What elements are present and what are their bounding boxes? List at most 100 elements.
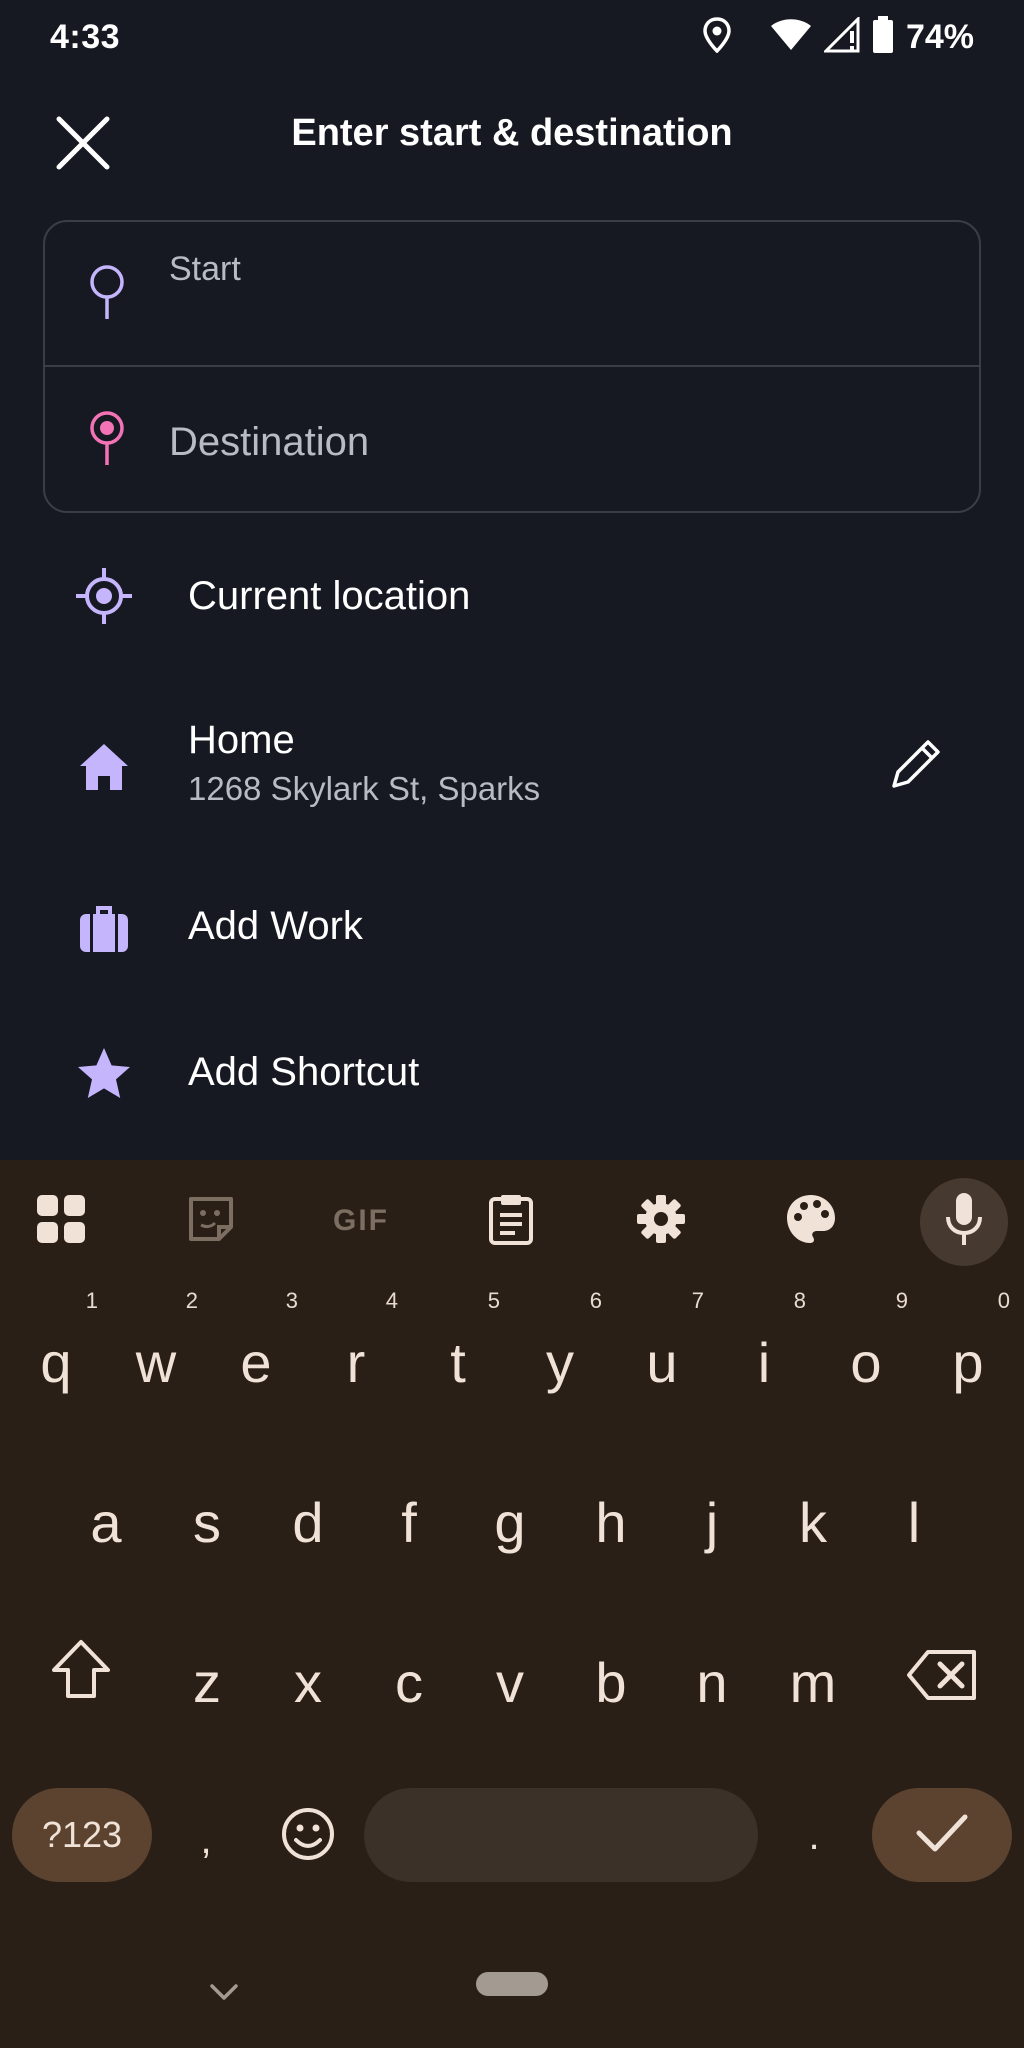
- mic-button[interactable]: [929, 1186, 999, 1256]
- key-m[interactable]: m: [763, 1600, 863, 1750]
- key-o[interactable]: o9: [816, 1280, 916, 1430]
- key-h[interactable]: h: [561, 1440, 661, 1590]
- list-item-add-work[interactable]: Add Work: [0, 870, 1024, 988]
- backspace-icon: [906, 1648, 978, 1715]
- key-label: ,: [200, 1818, 212, 1862]
- key-v[interactable]: v: [460, 1600, 560, 1750]
- hide-keyboard-button[interactable]: [206, 1980, 250, 2008]
- app-bar: Enter start & destination: [0, 90, 1024, 182]
- key-label: i: [757, 1331, 771, 1394]
- key-label: r: [346, 1331, 366, 1394]
- key-label: b: [595, 1651, 627, 1714]
- key-label: e: [240, 1331, 272, 1394]
- key-hint: 5: [487, 1288, 500, 1313]
- clipboard-button[interactable]: [476, 1186, 546, 1256]
- backspace-key[interactable]: [884, 1600, 994, 1750]
- edit-home-button[interactable]: [886, 734, 954, 802]
- key-hint: 3: [285, 1288, 298, 1313]
- key-j[interactable]: j: [662, 1440, 762, 1590]
- list-item-label: Current location: [188, 574, 471, 618]
- page-title: Enter start & destination: [291, 112, 733, 154]
- theme-button[interactable]: [776, 1186, 846, 1256]
- list-item-label: Home: [188, 718, 295, 762]
- destination-pin-icon: [85, 408, 129, 468]
- key-hint: 2: [185, 1288, 198, 1313]
- home-gesture-handle[interactable]: [476, 1972, 548, 1996]
- key-label: y: [546, 1331, 574, 1394]
- key-n[interactable]: n: [662, 1600, 762, 1750]
- key-g[interactable]: g: [460, 1440, 560, 1590]
- list-item-label: Add Shortcut: [188, 1050, 420, 1094]
- key-label: c: [395, 1651, 423, 1714]
- start-pin-icon: [85, 262, 129, 322]
- key-hint: 0: [997, 1288, 1010, 1313]
- key-label: o: [850, 1331, 882, 1394]
- list-item-home[interactable]: Home 1268 Skylark St, Sparks: [0, 700, 1024, 830]
- status-icons: 74%: [702, 14, 974, 59]
- mic-icon: [942, 1191, 986, 1252]
- start-field[interactable]: Start: [45, 222, 979, 367]
- start-input[interactable]: [169, 294, 929, 344]
- key-y[interactable]: y6: [510, 1280, 610, 1430]
- key-hint: 4: [385, 1288, 398, 1313]
- enter-key[interactable]: [872, 1788, 1012, 1882]
- symbols-key[interactable]: ?123: [12, 1788, 152, 1882]
- settings-icon: [635, 1193, 687, 1250]
- key-label: s: [193, 1491, 221, 1554]
- key-r[interactable]: r4: [306, 1280, 406, 1430]
- battery-icon: [872, 15, 894, 59]
- key-z[interactable]: z: [157, 1600, 257, 1750]
- key-i[interactable]: i8: [714, 1280, 814, 1430]
- emoji-key[interactable]: [258, 1760, 358, 1910]
- home-address: 1268 Skylark St, Sparks: [188, 770, 541, 807]
- key-e[interactable]: e3: [206, 1280, 306, 1430]
- destination-placeholder: Destination: [169, 420, 370, 464]
- settings-button[interactable]: [626, 1186, 696, 1256]
- destination-field[interactable]: Destination: [45, 368, 979, 511]
- key-label: .: [808, 1814, 820, 1858]
- status-time: 4:33: [50, 17, 121, 56]
- gif-button[interactable]: GIF: [326, 1186, 396, 1256]
- comma-key[interactable]: ,: [158, 1760, 254, 1910]
- key-label: t: [450, 1331, 466, 1394]
- key-f[interactable]: f: [359, 1440, 459, 1590]
- key-k[interactable]: k: [763, 1440, 863, 1590]
- key-p[interactable]: p0: [918, 1280, 1018, 1430]
- key-label: x: [294, 1651, 322, 1714]
- key-q[interactable]: q1: [6, 1280, 106, 1430]
- list-item-current-location[interactable]: Current location: [0, 540, 1024, 658]
- keyboard-toolbar: GIF: [0, 1160, 1024, 1280]
- apps-grid-button[interactable]: [26, 1186, 96, 1256]
- key-l[interactable]: l: [864, 1440, 964, 1590]
- key-label: u: [646, 1331, 678, 1394]
- key-t[interactable]: t5: [408, 1280, 508, 1430]
- space-key[interactable]: [364, 1788, 758, 1882]
- key-b[interactable]: b: [561, 1600, 661, 1750]
- key-c[interactable]: c: [359, 1600, 459, 1750]
- key-label: d: [292, 1491, 324, 1554]
- key-hint: 8: [793, 1288, 806, 1313]
- key-label: g: [494, 1491, 526, 1554]
- signal-icon: [822, 14, 860, 58]
- period-key[interactable]: .: [764, 1760, 864, 1910]
- key-u[interactable]: u7: [612, 1280, 712, 1430]
- star-icon: [74, 1044, 134, 1104]
- sticker-button[interactable]: [176, 1186, 246, 1256]
- chevron-down-icon: [206, 1984, 242, 2008]
- list-item-add-shortcut[interactable]: Add Shortcut: [0, 1016, 1024, 1134]
- key-x[interactable]: x: [258, 1600, 358, 1750]
- key-hint: 1: [85, 1288, 98, 1313]
- status-bar: 4:33 74%: [0, 0, 1024, 74]
- key-w[interactable]: w2: [106, 1280, 206, 1430]
- soft-keyboard: GIF q1 w2 e3 r4 t5 y6 u 7 i 8 o 9 p 0 a …: [0, 1160, 1024, 2048]
- shift-key[interactable]: [28, 1600, 134, 1750]
- key-hint: 7: [691, 1288, 704, 1313]
- home-icon: [74, 738, 134, 798]
- key-a[interactable]: a: [56, 1440, 156, 1590]
- route-inputs: Start Destination: [43, 220, 981, 513]
- key-label: h: [595, 1491, 627, 1554]
- key-d[interactable]: d: [258, 1440, 358, 1590]
- key-s[interactable]: s: [157, 1440, 257, 1590]
- clipboard-icon: [487, 1193, 535, 1250]
- key-label: f: [401, 1491, 417, 1554]
